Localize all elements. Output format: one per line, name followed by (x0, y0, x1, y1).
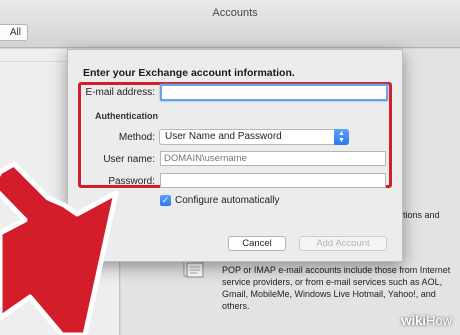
show-all-button[interactable]: All (0, 24, 28, 41)
add-account-button[interactable]: Add Account (299, 236, 387, 251)
watermark-wiki: wiki (401, 313, 426, 328)
window-title: Accounts (212, 7, 258, 19)
chevron-updown-icon: ▲ ▼ (334, 129, 349, 145)
method-select[interactable]: User Name and Password ▲ ▼ (159, 129, 349, 145)
dialog-heading: Enter your Exchange account information. (83, 67, 295, 79)
authentication-heading: Authentication (95, 111, 158, 121)
window-titlebar: Accounts All (0, 0, 460, 48)
username-field[interactable] (160, 151, 386, 166)
cancel-button[interactable]: Cancel (228, 236, 286, 251)
watermark-how: How (425, 313, 452, 328)
email-field[interactable] (160, 84, 388, 101)
password-field[interactable] (160, 173, 386, 188)
wikihow-watermark: wikiHow (401, 313, 452, 328)
password-label: Password: (108, 176, 155, 187)
pop-imap-description: POP or IMAP e-mail accounts include thos… (222, 265, 451, 311)
method-label: Method: (118, 132, 155, 143)
email-label: E-mail address: (85, 87, 155, 98)
exchange-account-dialog: Enter your Exchange account information.… (67, 49, 403, 262)
configure-automatically-checkbox[interactable]: ✓ (160, 195, 171, 206)
configure-automatically-label: Configure automatically (175, 195, 280, 206)
method-select-value: User Name and Password (165, 131, 282, 142)
username-label: User name: (103, 154, 155, 165)
